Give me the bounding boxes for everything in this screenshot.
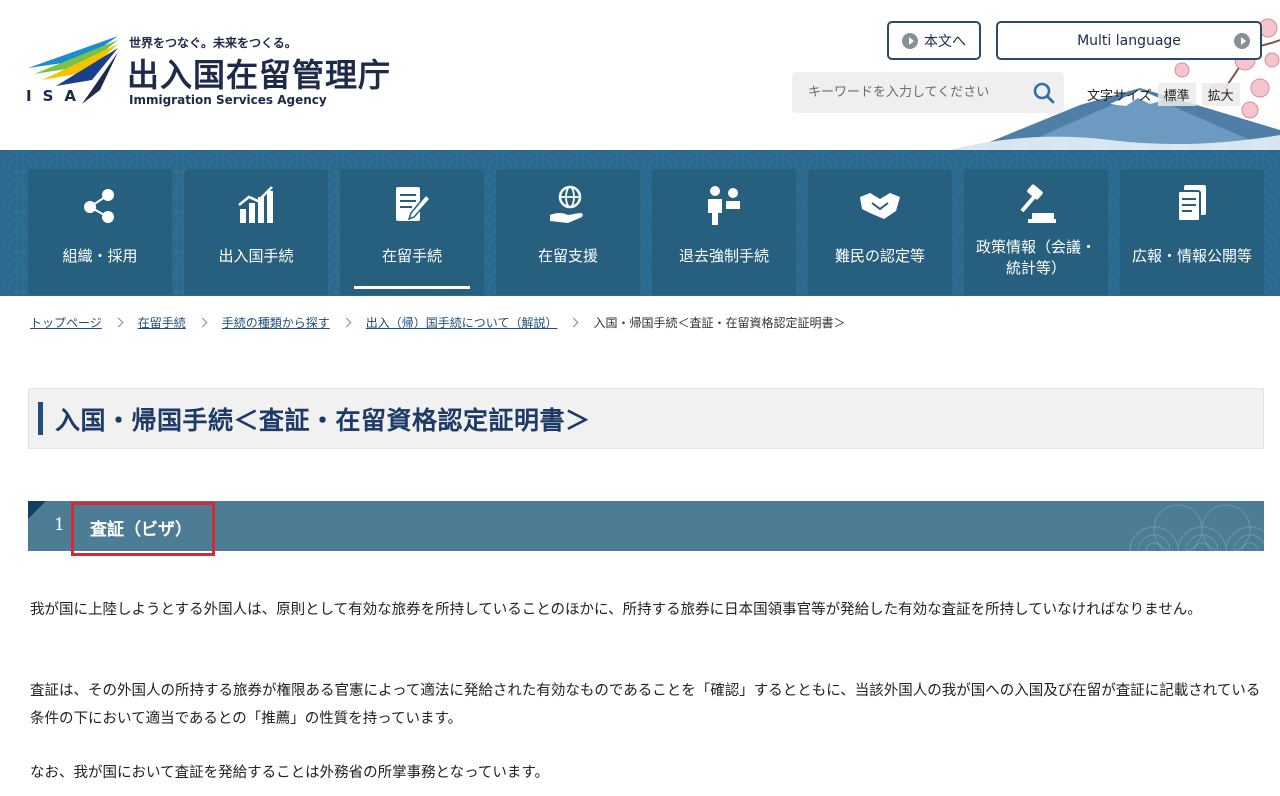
- chevron-right-icon: [113, 317, 124, 328]
- organization-icon: [84, 189, 114, 223]
- people-icon: [708, 186, 740, 225]
- chevron-right-icon: [902, 32, 918, 49]
- breadcrumb-link-procedure-types[interactable]: 手続の種類から探す: [222, 314, 330, 331]
- documents-icon: [1177, 185, 1206, 222]
- nav-label: 難民の認定等: [834, 247, 925, 265]
- nav-label: 政策情報（会議・ 統計等）: [964, 237, 1108, 279]
- nav-label: 組織・採用: [62, 247, 138, 265]
- page-title: 入国・帰国手続＜査証・在留資格認定証明書＞: [55, 406, 591, 435]
- nav-item-immigration-procedures[interactable]: 出入国手続: [184, 169, 328, 295]
- breadcrumb-current: 入国・帰国手続＜査証・在留資格認定証明書＞: [593, 316, 846, 330]
- font-size-switcher: 文字サイズ 標準 拡大: [1087, 83, 1240, 106]
- nav-label-line1: 政策情報（会議・: [975, 238, 1096, 256]
- gavel-icon: [1020, 184, 1056, 223]
- nav-item-residence-procedures[interactable]: 在留手続: [340, 169, 484, 295]
- nav-item-public-relations[interactable]: 広報・情報公開等: [1120, 169, 1264, 295]
- site-search: [792, 72, 1064, 113]
- nav-item-refugee-recognition[interactable]: 難民の認定等: [808, 169, 952, 295]
- annotation-highlight-box: [71, 502, 215, 556]
- breadcrumb: トップページ 在留手続 手続の種類から探す 出入（帰）国手続について（解説） 入…: [30, 314, 845, 331]
- search-icon[interactable]: [1032, 81, 1056, 105]
- nav-label: 出入国手続: [218, 247, 294, 265]
- global-nav: 組織・採用 出入国手続 在留手続 在留支援 退去強制手続 難民の認定等 政策情報…: [0, 150, 1280, 296]
- nav-item-residence-support[interactable]: 在留支援: [496, 169, 640, 295]
- site-header: ISA 世界をつなぐ。未来をつくる。 出入国在留管理庁 Immigration …: [0, 0, 1280, 150]
- document-pen-icon: [396, 187, 432, 221]
- nav-item-policy-info[interactable]: 政策情報（会議・ 統計等）: [964, 169, 1108, 295]
- font-size-label: 文字サイズ: [1087, 89, 1152, 104]
- chevron-right-icon: [341, 317, 352, 328]
- nav-label-line2: 統計等）: [1005, 259, 1066, 277]
- nav-item-deportation-procedures[interactable]: 退去強制手続: [652, 169, 796, 295]
- paragraph: 査証は、その外国人の所持する旅券が権限ある官憲によって適法に発給された有効なもの…: [30, 683, 1261, 727]
- skip-to-content-label: 本文へ: [924, 33, 966, 50]
- search-input[interactable]: [792, 72, 1024, 113]
- chart-icon: [238, 186, 273, 223]
- multi-language-button[interactable]: Multi language: [996, 21, 1262, 60]
- nav-item-organization[interactable]: 組織・採用: [28, 169, 172, 295]
- globe-hand-icon: [550, 185, 583, 223]
- nav-label: 在留支援: [537, 247, 598, 265]
- breadcrumb-link-residence[interactable]: 在留手続: [138, 314, 186, 331]
- page-title-box: 入国・帰国手続＜査証・在留資格認定証明書＞: [28, 388, 1264, 449]
- logo-title: 出入国在留管理庁: [127, 56, 392, 94]
- paragraph: 我が国に上陸しようとする外国人は、原則として有効な旅券を所持していることのほかに…: [30, 602, 1202, 618]
- corner-accent: [28, 501, 46, 519]
- section-number: 1: [54, 515, 65, 535]
- wave-pattern-decoration: [1129, 504, 1264, 551]
- breadcrumb-link-top[interactable]: トップページ: [30, 314, 102, 331]
- chevron-right-icon: [569, 317, 579, 328]
- breadcrumb-link-entry-exit[interactable]: 出入（帰）国手続について（解説）: [366, 314, 558, 331]
- chevron-right-icon: [1234, 33, 1250, 49]
- paragraph: なお、我が国において査証を発給することは外務省の所掌事務となっています。: [30, 765, 549, 781]
- nav-label: 在留手続: [381, 247, 442, 265]
- font-size-large-button[interactable]: 拡大: [1201, 83, 1240, 106]
- nav-label: 広報・情報公開等: [1131, 247, 1252, 265]
- logo-isa-text: ISA: [26, 87, 87, 105]
- handshake-icon: [860, 193, 900, 219]
- multi-language-label: Multi language: [1077, 32, 1181, 49]
- logo-subtitle: Immigration Services Agency: [129, 93, 327, 107]
- site-logo[interactable]: ISA 世界をつなぐ。未来をつくる。 出入国在留管理庁 Immigration …: [26, 30, 406, 110]
- chevron-right-icon: [197, 317, 208, 328]
- font-size-standard-button[interactable]: 標準: [1157, 83, 1196, 106]
- skip-to-content-button[interactable]: 本文へ: [887, 21, 981, 60]
- nav-label: 退去強制手続: [678, 247, 769, 265]
- logo-tagline: 世界をつなぐ。未来をつくる。: [129, 36, 297, 50]
